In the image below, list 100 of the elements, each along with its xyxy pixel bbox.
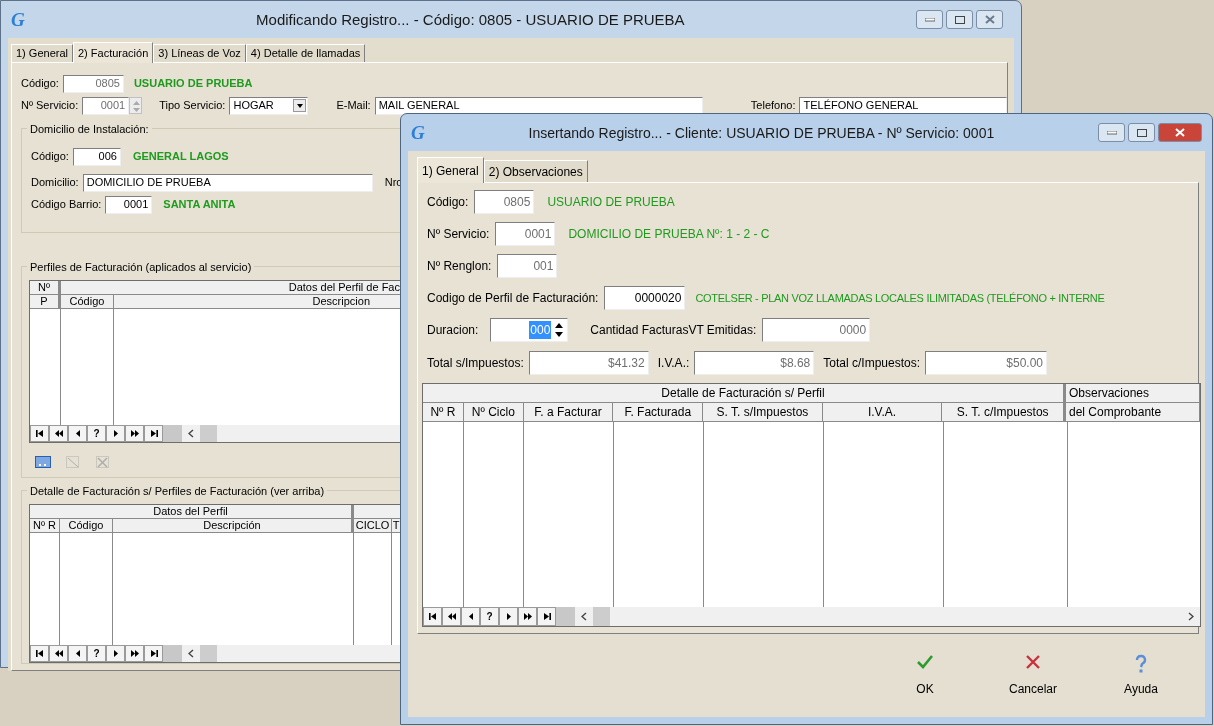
input-field[interactable]: 0001 <box>105 195 153 214</box>
column-header: S. T. c/Impuestos <box>942 403 1064 423</box>
column-header: CICLO <box>354 519 392 533</box>
last-icon <box>149 650 158 657</box>
column-header: Datos del Perfil de Fac <box>61 281 401 295</box>
scroll-left-icon <box>188 649 194 658</box>
column-header: Detalle de Facturación s/ Perfil <box>423 384 1064 404</box>
scroll-left-icon <box>188 429 194 438</box>
lookup-name: USUARIO DE PRUEBA <box>133 76 253 92</box>
last-icon <box>542 613 551 620</box>
close-button[interactable] <box>976 10 1003 29</box>
input-field[interactable]: TELÉFONO GENERAL <box>799 96 1007 115</box>
input-field[interactable]: 006 <box>72 147 121 166</box>
field-label: Total s/Impuestos: <box>427 354 524 372</box>
cross-icon <box>1025 654 1041 670</box>
navigator-button[interactable] <box>518 607 537 626</box>
previous-icon <box>73 650 82 657</box>
lookup-name: COTELSER - PLAN VOZ LLAMADAS LOCALES ILIMITADAS (TELÉFONO + INTERNE <box>695 290 1105 306</box>
navigator-button[interactable] <box>30 425 49 442</box>
scrollbar-thumb[interactable] <box>200 645 217 662</box>
dropdown-field[interactable]: HOGAR <box>229 96 309 115</box>
navigator-button[interactable] <box>144 645 163 662</box>
navigator-button[interactable] <box>144 425 163 442</box>
dialog-button[interactable]: Cancelar <box>999 652 1067 700</box>
minimize-icon <box>924 17 935 22</box>
navigator-button[interactable] <box>461 607 480 626</box>
field-label: Cantidad FacturasVT Emitidas: <box>590 322 757 339</box>
app-logo: G <box>11 10 25 29</box>
field-label: Código: <box>21 76 59 92</box>
dialog-button[interactable]: Ayuda <box>1107 652 1175 700</box>
tab[interactable]: 2) Facturación <box>73 42 154 63</box>
navigator-button[interactable] <box>499 607 518 626</box>
navigator-button[interactable] <box>125 425 144 442</box>
lookup-name: DOMICILIO DE PRUEBA Nº: 1 - 2 - C <box>568 226 770 243</box>
navigator-button[interactable] <box>423 607 442 626</box>
column-header: Nº <box>30 281 59 295</box>
refresh-button[interactable]: ? <box>87 645 106 662</box>
window-title: Modificando Registro... - Código: 0805 - USUARIO DE PRUEBA <box>256 10 685 28</box>
help-icon <box>1134 654 1148 674</box>
maximize-icon <box>954 15 965 24</box>
previous-icon <box>466 613 475 620</box>
first-icon <box>35 430 44 437</box>
column-header: S. T. s/Impuestos <box>703 403 823 423</box>
tab[interactable]: 2) Observaciones <box>483 160 588 182</box>
field-label: Telefono: <box>750 98 796 114</box>
scrollbar-thumb[interactable] <box>200 425 217 442</box>
maximize-button[interactable] <box>946 10 973 29</box>
maximize-button[interactable] <box>1128 123 1155 142</box>
form-icon[interactable] <box>35 455 51 469</box>
lookup-name: USUARIO DE PRUEBA <box>547 194 675 211</box>
scrollbar-thumb[interactable] <box>593 607 610 626</box>
input-field[interactable]: DOMICILIO DE PRUEBA <box>82 173 373 192</box>
tab[interactable]: 3) Líneas de Voz <box>153 44 246 62</box>
dropdown-value: HOGAR <box>233 98 274 114</box>
next-icon <box>111 650 120 657</box>
tab[interactable]: 1) General <box>11 44 73 62</box>
column-header: P <box>30 295 59 309</box>
field-label: Tipo Servicio: <box>159 98 226 114</box>
navigator-button[interactable] <box>106 645 125 662</box>
navigator-button[interactable] <box>442 607 461 626</box>
field-label: Código: <box>427 194 469 211</box>
fast-forward-icon <box>130 430 139 437</box>
rewind-icon <box>54 430 63 437</box>
column-header: Descripcion <box>114 295 401 309</box>
navigator-button[interactable] <box>30 645 49 662</box>
field-value: 000 <box>529 321 552 339</box>
window-title: Insertando Registro... - Cliente: USUARIO DE PRUEBA - Nº Servicio: 0001 <box>528 124 995 141</box>
field-label: I.V.A.: <box>657 354 690 372</box>
maximize-icon <box>1136 128 1147 137</box>
tab[interactable]: 1) General <box>417 157 484 183</box>
next-icon <box>504 613 513 620</box>
navigator-button[interactable] <box>49 425 68 442</box>
close-button[interactable] <box>1158 123 1202 142</box>
input-field[interactable]: MAIL GENERAL <box>374 96 703 115</box>
input-field[interactable]: 0000020 <box>604 286 686 310</box>
dialog-button[interactable]: OK <box>891 652 959 700</box>
navigator-button[interactable] <box>68 425 87 442</box>
next-icon <box>111 430 120 437</box>
refresh-button[interactable]: ? <box>87 425 106 442</box>
refresh-button[interactable]: ? <box>480 607 499 626</box>
first-icon <box>428 613 437 620</box>
navigator-button[interactable] <box>68 645 87 662</box>
navigator-button[interactable] <box>106 425 125 442</box>
field-label: E-Mail: <box>336 98 371 114</box>
navigator-button[interactable] <box>125 645 144 662</box>
rewind-icon <box>54 650 63 657</box>
field-label: Código: <box>31 149 69 165</box>
column-header: Nº Ciclo <box>463 403 524 423</box>
scroll-left-icon <box>581 612 587 621</box>
navigator-button[interactable] <box>537 607 556 626</box>
app-logo: G <box>411 123 425 142</box>
field-label: Duracion: <box>427 322 479 339</box>
column-header: Código <box>60 519 113 533</box>
last-icon <box>149 430 158 437</box>
lookup-name: GENERAL LAGOS <box>132 149 229 165</box>
column-header: Código <box>61 295 114 309</box>
close-icon <box>1175 128 1185 137</box>
navigator-button[interactable] <box>49 645 68 662</box>
check-icon <box>916 654 934 670</box>
tab[interactable]: 4) Detalle de llamadas <box>245 44 366 62</box>
